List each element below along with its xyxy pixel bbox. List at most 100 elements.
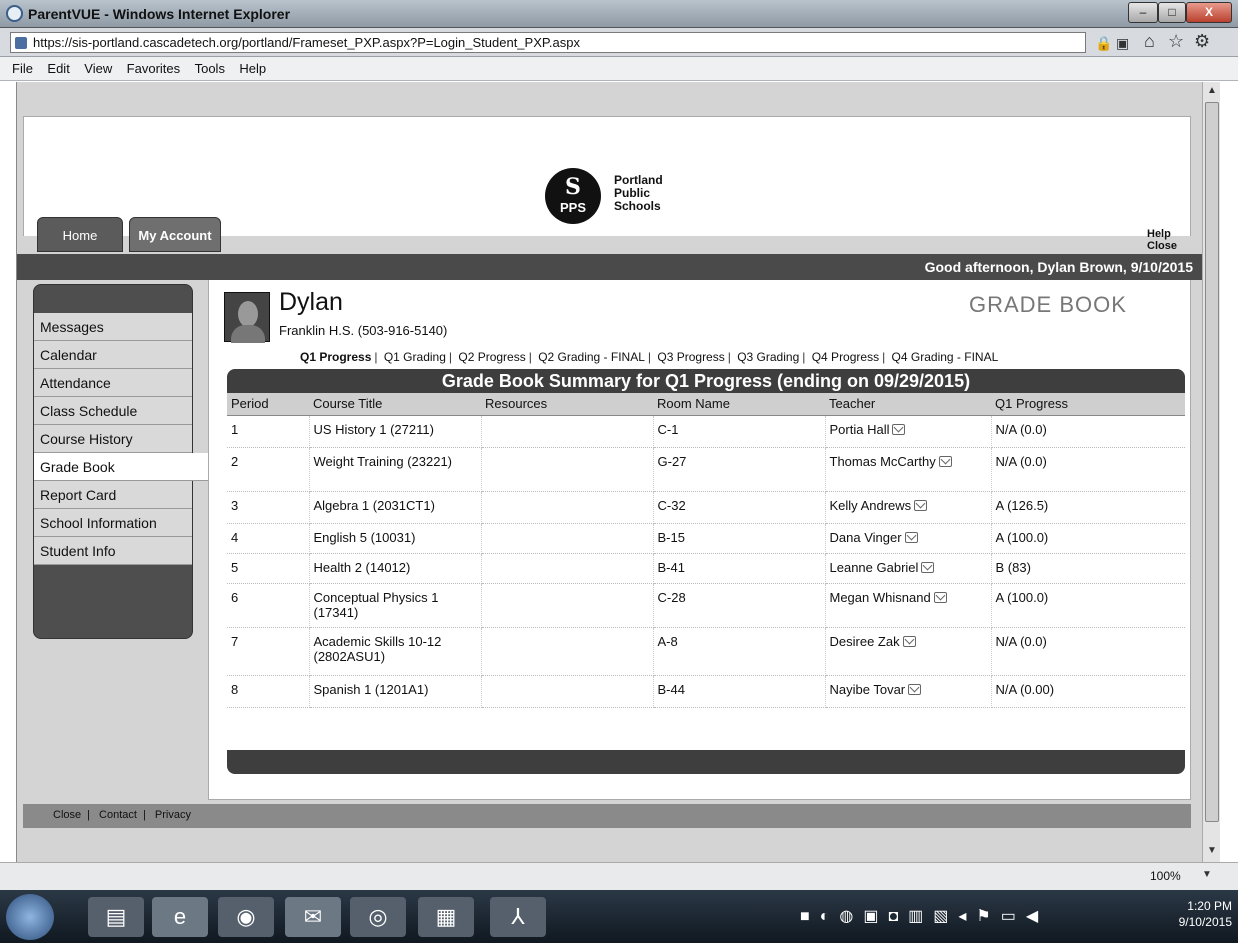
sidebar-item-attendance[interactable]: Attendance: [34, 369, 192, 397]
email-icon[interactable]: [892, 423, 906, 435]
teacher-link[interactable]: Portia Hall: [830, 422, 890, 437]
menu-edit[interactable]: Edit: [42, 57, 74, 76]
tray-chat-icon[interactable]: ■: [800, 908, 820, 925]
course-link[interactable]: Health 2 (14012): [309, 553, 482, 584]
outlook-icon[interactable]: ✉: [285, 897, 341, 937]
course-link[interactable]: US History 1 (27211): [309, 415, 482, 448]
scroll-up-arrow-icon[interactable]: ▲: [1203, 82, 1221, 100]
greeting-text: Good afternoon, Dylan Brown, 9/10/2015: [924, 259, 1193, 275]
sidebar-item-class-schedule[interactable]: Class Schedule: [34, 397, 192, 425]
tray-app-icon[interactable]: ◍: [839, 908, 863, 925]
vertical-scrollbar[interactable]: ▲ ▼: [1202, 82, 1220, 862]
sidebar-item-calendar[interactable]: Calendar: [34, 341, 192, 369]
close-link[interactable]: Close: [1147, 240, 1177, 252]
menu-view[interactable]: View: [79, 57, 117, 76]
acrobat-icon[interactable]: ⅄: [490, 897, 546, 937]
menu-tools[interactable]: Tools: [190, 57, 230, 76]
scroll-thumb[interactable]: [1205, 102, 1219, 822]
teacher-link[interactable]: Nayibe Tovar: [830, 682, 906, 697]
period-link-q2-grading-final[interactable]: Q2 Grading - FINAL: [538, 350, 645, 364]
grade-link[interactable]: A (100.0): [991, 523, 1185, 554]
tray-display-icon[interactable]: ▧: [933, 908, 958, 925]
internet-explorer-icon[interactable]: e: [152, 897, 208, 937]
footer-contact-link[interactable]: Contact: [99, 809, 137, 821]
grade-link[interactable]: N/A (0.0): [991, 415, 1185, 448]
sidebar-item-school-information[interactable]: School Information: [34, 509, 192, 537]
email-icon[interactable]: [902, 635, 916, 647]
minimize-button[interactable]: –: [1128, 2, 1158, 23]
tab-home[interactable]: Home: [37, 217, 123, 252]
period-link-q1-grading[interactable]: Q1 Grading: [384, 350, 446, 364]
teacher-link[interactable]: Thomas McCarthy: [830, 454, 936, 469]
zoom-dropdown-icon[interactable]: ▼: [1202, 869, 1212, 880]
email-icon[interactable]: [933, 591, 947, 603]
grade-link[interactable]: A (100.0): [991, 583, 1185, 628]
period-link-q3-grading[interactable]: Q3 Grading: [737, 350, 799, 364]
grade-link[interactable]: N/A (0.0): [991, 447, 1185, 492]
teacher-link[interactable]: Dana Vinger: [830, 530, 902, 545]
grade-link[interactable]: N/A (0.0): [991, 627, 1185, 676]
course-link[interactable]: Academic Skills 10-12 (2802ASU1): [309, 627, 482, 676]
sidebar-item-course-history[interactable]: Course History: [34, 425, 192, 453]
period-link-q4-grading-final[interactable]: Q4 Grading - FINAL: [892, 350, 999, 364]
course-link[interactable]: English 5 (10031): [309, 523, 482, 554]
grade-link[interactable]: A (126.5): [991, 491, 1185, 524]
tray-flag-icon[interactable]: ⚑: [976, 908, 1000, 925]
teacher-link[interactable]: Desiree Zak: [830, 634, 900, 649]
email-icon[interactable]: [938, 455, 952, 467]
tray-volume-icon[interactable]: ◀: [1026, 908, 1048, 925]
menu-favorites[interactable]: Favorites: [122, 57, 185, 76]
tab-my-account[interactable]: My Account: [129, 217, 221, 252]
grade-link[interactable]: B (83): [991, 553, 1185, 584]
course-link[interactable]: Conceptual Physics 1 (17341): [309, 583, 482, 628]
period-link-q3-progress[interactable]: Q3 Progress: [657, 350, 724, 364]
period-link-q1-progress[interactable]: Q1 Progress: [300, 350, 371, 364]
email-icon[interactable]: [914, 499, 928, 511]
tray-battery-icon[interactable]: ▭: [1001, 908, 1026, 925]
period-link-q2-progress[interactable]: Q2 Progress: [458, 350, 525, 364]
url-field[interactable]: https://sis-portland.cascadetech.org/por…: [10, 32, 1086, 53]
lock-icon[interactable]: 🔒: [1095, 35, 1112, 52]
period-link-q4-progress[interactable]: Q4 Progress: [812, 350, 879, 364]
system-tray: ■◐◍▣◘▥▧◂⚑▭◀: [800, 906, 1048, 926]
compatibility-view-icon[interactable]: ▣: [1116, 35, 1129, 52]
maximize-button[interactable]: □: [1158, 2, 1186, 23]
start-icon[interactable]: [6, 894, 54, 940]
teacher-link[interactable]: Leanne Gabriel: [830, 560, 919, 575]
chrome-icon[interactable]: ◎: [350, 897, 406, 937]
footer-close-link[interactable]: Close: [53, 809, 81, 821]
tray-sync-icon[interactable]: ◐: [820, 908, 840, 925]
email-icon[interactable]: [904, 531, 918, 543]
zoom-level[interactable]: 100%: [1150, 869, 1181, 883]
email-icon[interactable]: [921, 561, 935, 573]
tray-device-icon[interactable]: ▥: [908, 908, 933, 925]
scroll-down-arrow-icon[interactable]: ▼: [1203, 842, 1221, 860]
home-icon[interactable]: ⌂: [1144, 31, 1155, 52]
tray-network-icon[interactable]: ▣: [863, 908, 888, 925]
course-link[interactable]: Spanish 1 (1201A1): [309, 675, 482, 708]
email-icon[interactable]: [908, 683, 922, 695]
course-link[interactable]: Algebra 1 (2031CT1): [309, 491, 482, 524]
favorites-star-icon[interactable]: ☆: [1168, 31, 1184, 52]
taskbar-clock[interactable]: 1:20 PM 9/10/2015: [1178, 898, 1232, 930]
teacher-link[interactable]: Megan Whisnand: [830, 590, 931, 605]
sidebar-item-grade-book[interactable]: Grade Book: [34, 453, 226, 481]
tray-security-icon[interactable]: ◘: [888, 908, 908, 925]
course-link[interactable]: Weight Training (23221): [309, 447, 482, 492]
sidebar-item-student-info[interactable]: Student Info: [34, 537, 192, 565]
menu-help[interactable]: Help: [234, 57, 271, 76]
close-window-button[interactable]: X: [1186, 2, 1232, 23]
tray-arrow-icon[interactable]: ◂: [958, 908, 976, 925]
footer-privacy-link[interactable]: Privacy: [155, 809, 191, 821]
apps-icon[interactable]: ▦: [418, 897, 474, 937]
grade-link[interactable]: N/A (0.00): [991, 675, 1185, 708]
teacher-link[interactable]: Kelly Andrews: [830, 498, 912, 513]
help-link[interactable]: Help: [1147, 228, 1171, 240]
camera-icon[interactable]: ◉: [218, 897, 274, 937]
menu-file[interactable]: File: [0, 57, 38, 76]
file-explorer-icon[interactable]: ▤: [88, 897, 144, 937]
teacher-cell: Kelly Andrews: [825, 491, 992, 524]
sidebar-item-report-card[interactable]: Report Card: [34, 481, 192, 509]
gear-icon[interactable]: ⚙: [1194, 31, 1210, 52]
sidebar-item-messages[interactable]: Messages: [34, 313, 192, 341]
